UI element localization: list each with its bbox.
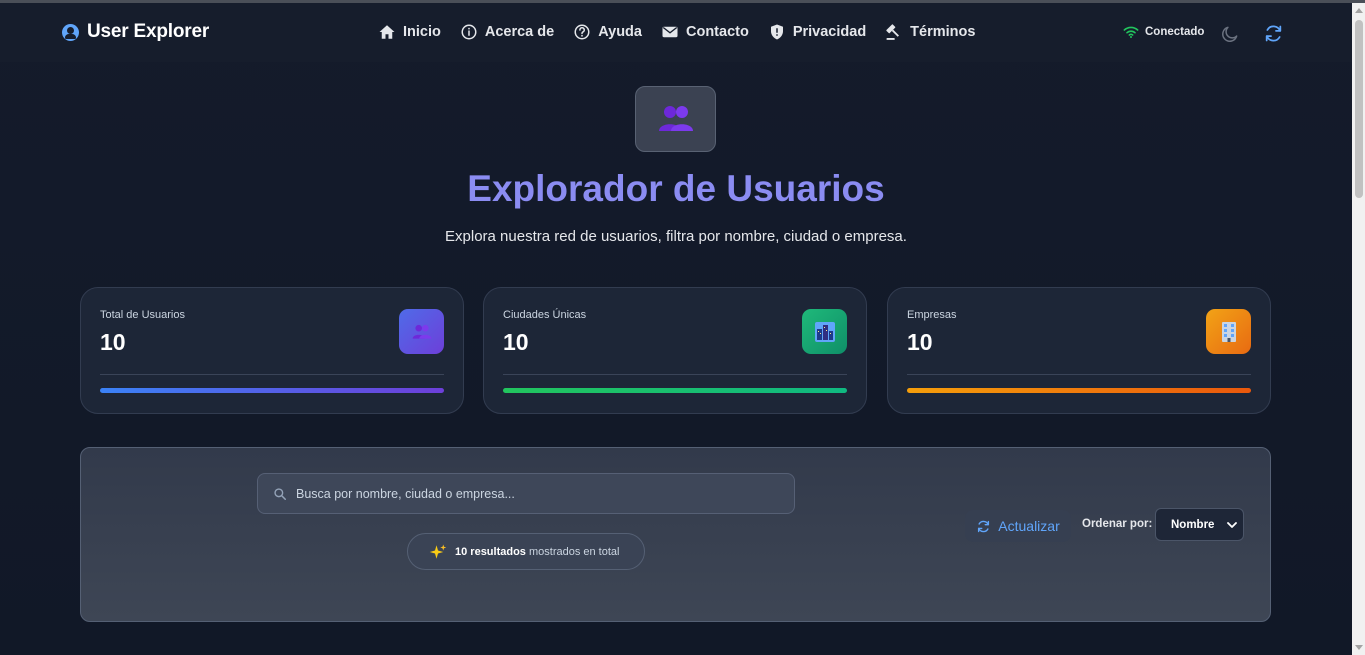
results-count: 10 resultados (455, 545, 526, 558)
navbar: User Explorer Inicio Acerca de Ayuda Con… (0, 3, 1352, 62)
stat-bar (100, 388, 444, 393)
stat-label: Empresas (907, 309, 957, 321)
moon-icon[interactable] (1220, 24, 1240, 44)
brand[interactable]: User Explorer (62, 21, 209, 43)
nav-item-inicio[interactable]: Inicio (378, 23, 441, 41)
stat-divider (503, 374, 847, 375)
mail-icon (662, 26, 678, 38)
nav-item-label: Privacidad (792, 24, 867, 40)
stat-value: 10 (100, 329, 126, 355)
brand-title: User Explorer (87, 21, 210, 42)
home-icon (379, 25, 395, 39)
update-button-label: Actualizar (998, 518, 1060, 534)
nav-item-acerca-de[interactable]: Acerca de (460, 23, 554, 41)
results-suffix: mostrados en total (528, 545, 620, 558)
info-icon (461, 24, 477, 40)
stat-bar (503, 388, 847, 393)
nav-item-label: Ayuda (598, 24, 642, 40)
sort-select[interactable]: Nombre (1155, 508, 1244, 541)
nav-item-privacidad[interactable]: Privacidad (768, 23, 866, 41)
results-badge: 10 resultados mostrados en total (407, 533, 645, 570)
search-icon (274, 488, 287, 501)
stat-value: 10 (907, 329, 933, 355)
sparkles-icon (429, 544, 447, 559)
sort-select-value: Nombre (1171, 518, 1215, 531)
stat-label: Total de Usuarios (100, 309, 185, 321)
stat-icon-box (1206, 309, 1251, 354)
connection-status: Conectado (1123, 25, 1204, 39)
stat-card-total-usuarios: Total de Usuarios 10 (80, 287, 464, 414)
sort-label: Ordenar por: (1082, 518, 1153, 530)
vertical-scrollbar[interactable] (1352, 3, 1365, 655)
users-emoji-icon (412, 324, 431, 339)
shield-icon (770, 24, 783, 40)
help-icon (574, 24, 590, 40)
wifi-icon (1123, 26, 1139, 38)
nav-item-label: Términos (910, 24, 976, 40)
chevron-down-icon (1227, 522, 1237, 528)
stat-icon-box (399, 309, 444, 354)
main-nav: Inicio Acerca de Ayuda Contacto Privacid… (378, 23, 994, 41)
nav-item-label: Acerca de (484, 24, 555, 40)
scroll-up-arrow-icon[interactable] (1355, 8, 1363, 13)
stat-divider (907, 374, 1251, 375)
nav-item-ayuda[interactable]: Ayuda (573, 23, 642, 41)
hero-icon-box (635, 86, 716, 152)
stat-card-ciudades-unicas: Ciudades Únicas 10 (483, 287, 867, 414)
users-emoji-icon (658, 106, 693, 131)
search-box[interactable] (257, 473, 795, 514)
nav-item-label: Inicio (403, 24, 441, 40)
stat-bar (907, 388, 1251, 393)
stat-card-empresas: Empresas 10 (887, 287, 1271, 414)
stat-value: 10 (503, 329, 529, 355)
filter-panel: 10 resultados mostrados en total Actuali… (80, 447, 1271, 622)
page-subtitle: Explora nuestra red de usuarios, filtra … (445, 228, 907, 245)
scroll-down-arrow-icon[interactable] (1355, 645, 1363, 650)
search-input[interactable] (296, 474, 786, 513)
refresh-icon (978, 520, 990, 532)
update-button[interactable]: Actualizar (965, 510, 1071, 542)
user-circle-icon (62, 23, 79, 41)
status-label: Conectado (1145, 26, 1205, 38)
stat-label: Ciudades Únicas (503, 309, 587, 321)
scroll-thumb[interactable] (1355, 20, 1363, 198)
stat-icon-box (802, 309, 847, 354)
nav-item-terminos[interactable]: Términos (885, 23, 975, 41)
stat-divider (100, 374, 444, 375)
office-emoji-icon (1221, 321, 1236, 342)
nav-item-label: Contacto (685, 24, 749, 40)
nav-item-contacto[interactable]: Contacto (661, 23, 749, 41)
refresh-icon[interactable] (1263, 23, 1284, 44)
gavel-icon (886, 24, 900, 40)
city-emoji-icon (814, 321, 835, 342)
page-title: Explorador de Usuarios (467, 168, 885, 209)
